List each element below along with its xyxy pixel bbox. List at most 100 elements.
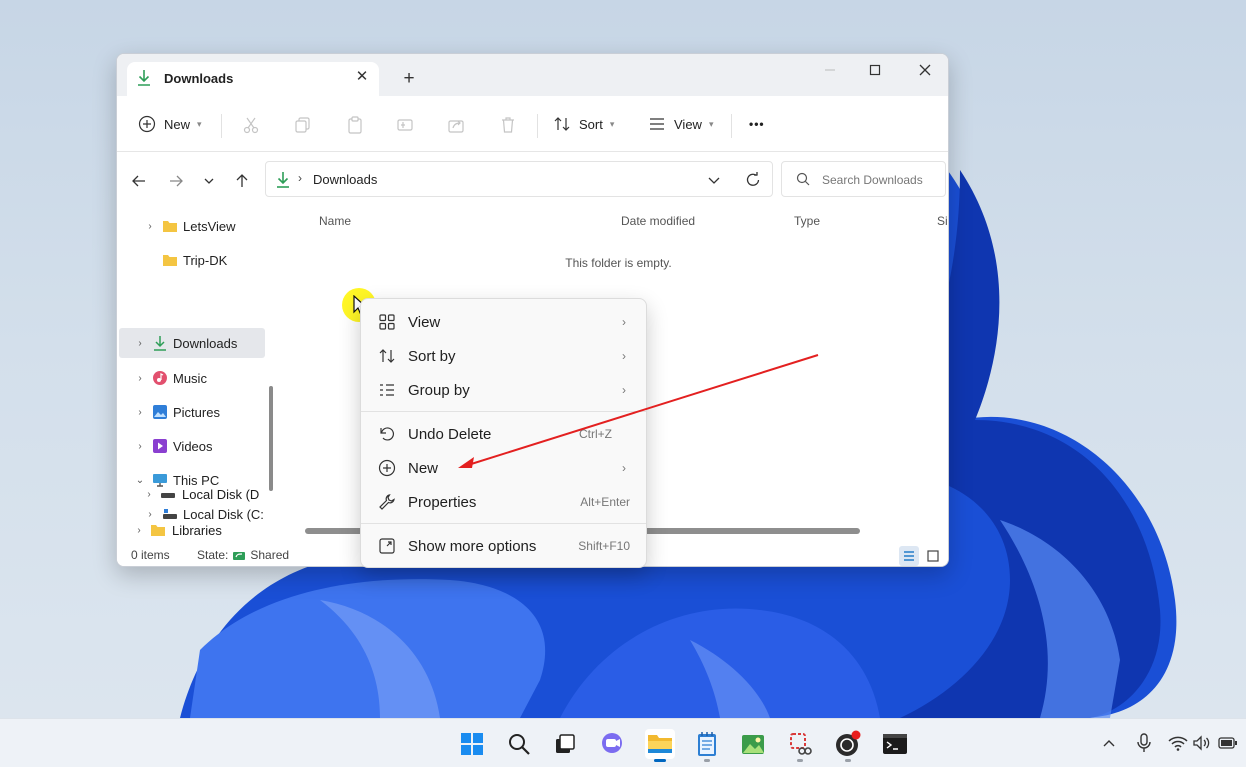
tab-downloads[interactable]: Downloads ✕	[127, 62, 379, 96]
chevron-right-icon[interactable]: ›	[129, 338, 151, 349]
context-menu-label: Show more options	[408, 537, 537, 555]
terminal-taskbar-button[interactable]	[880, 729, 910, 759]
paste-button[interactable]	[344, 114, 366, 136]
sidebar-item-label: LetsView	[183, 218, 236, 234]
state-label: State:	[197, 548, 229, 562]
context-menu-label: Undo Delete	[408, 425, 492, 443]
back-button[interactable]	[127, 169, 151, 193]
network-button[interactable]	[1168, 733, 1188, 753]
sidebar-item-local-disk-d[interactable]: › Local Disk (D	[118, 479, 264, 509]
tiles-view-button[interactable]	[923, 546, 943, 566]
context-menu-label: Group by	[408, 381, 470, 399]
context-menu-item-new[interactable]: New ›	[367, 451, 642, 485]
close-window-button[interactable]	[902, 54, 948, 86]
chevron-right-icon[interactable]: ›	[139, 221, 161, 232]
sort-icon	[552, 114, 572, 134]
sidebar-item-videos[interactable]: › Videos	[119, 431, 265, 461]
obs-icon	[836, 730, 861, 756]
expand-icon	[377, 536, 397, 556]
sidebar-item-music[interactable]: › Music	[119, 363, 265, 393]
search-icon	[796, 172, 810, 186]
breadcrumb[interactable]: Downloads	[313, 172, 377, 187]
context-menu-item-sort-by[interactable]: Sort by ›	[367, 339, 642, 373]
taskbar-search-button[interactable]	[504, 729, 534, 759]
chevron-right-icon[interactable]: ›	[129, 373, 151, 384]
show-hidden-icons-button[interactable]	[1099, 733, 1119, 753]
search-input[interactable]	[822, 170, 942, 190]
forward-button[interactable]	[164, 169, 188, 193]
rename-icon	[397, 119, 413, 131]
snipping-tool-taskbar-button[interactable]	[785, 729, 815, 762]
sidebar-item-trip-dk[interactable]: Trip-DK	[119, 245, 265, 275]
chevron-right-icon: ›	[622, 383, 626, 397]
wrench-icon	[377, 492, 397, 512]
context-menu-item-group-by[interactable]: Group by ›	[367, 373, 642, 407]
chevron-right-icon[interactable]: ›	[128, 525, 150, 536]
libraries-icon	[150, 523, 168, 537]
address-row: › Downloads	[117, 153, 948, 205]
sidebar-item-libraries[interactable]: › Libraries	[118, 515, 264, 545]
plus-circle-icon	[137, 114, 157, 134]
notepad-taskbar-button[interactable]	[692, 729, 722, 762]
running-indicator	[797, 759, 803, 762]
sort-button[interactable]: Sort ▾	[552, 110, 614, 138]
new-tab-button[interactable]: +	[397, 67, 421, 91]
sidebar-item-letsview[interactable]: › LetsView	[119, 211, 265, 241]
column-header-size[interactable]: Si	[937, 214, 948, 228]
arrow-left-icon	[132, 175, 145, 187]
delete-button[interactable]	[497, 114, 519, 136]
context-menu-item-properties[interactable]: Properties Alt+Enter	[367, 485, 642, 519]
navigation-scrollbar[interactable]	[269, 386, 273, 491]
close-tab-icon[interactable]: ✕	[352, 67, 372, 87]
new-button[interactable]: New ▾	[137, 110, 202, 138]
microphone-button[interactable]	[1134, 733, 1154, 753]
title-bar: Downloads ✕ +	[117, 54, 948, 96]
chevron-down-icon[interactable]	[706, 172, 722, 188]
context-menu-item-undo-delete[interactable]: Undo Delete Ctrl+Z	[367, 417, 642, 451]
cut-button[interactable]	[240, 114, 262, 136]
context-menu-item-view[interactable]: View ›	[367, 305, 642, 339]
battery-button[interactable]	[1218, 733, 1238, 753]
share-button[interactable]	[445, 114, 467, 136]
column-header-name[interactable]: Name	[319, 214, 351, 228]
context-menu-label: Properties	[408, 493, 477, 511]
chevron-right-icon[interactable]: ›	[129, 441, 151, 452]
chevron-right-icon: ›	[622, 315, 626, 329]
battery-icon	[1218, 737, 1237, 749]
context-menu-item-show-more-options[interactable]: Show more options Shift+F10	[367, 529, 642, 563]
minimize-button[interactable]	[807, 54, 853, 86]
disk-icon	[160, 487, 178, 501]
details-view-button[interactable]	[899, 546, 919, 566]
group-icon	[377, 380, 397, 400]
search-box[interactable]	[781, 161, 946, 197]
chevron-down-icon: ▾	[708, 118, 714, 129]
chevron-right-icon[interactable]: ›	[129, 407, 151, 418]
address-bar[interactable]: › Downloads	[265, 161, 773, 197]
maximize-button[interactable]	[852, 54, 898, 86]
sidebar-item-pictures[interactable]: › Pictures	[119, 397, 265, 427]
refresh-icon[interactable]	[744, 171, 762, 189]
copy-button[interactable]	[292, 114, 314, 136]
task-view-button[interactable]	[550, 729, 580, 759]
recent-locations-button[interactable]	[197, 169, 221, 193]
rename-button[interactable]	[394, 114, 416, 136]
view-button[interactable]: View ▾	[647, 110, 713, 138]
shared-icon	[233, 552, 246, 560]
music-icon	[151, 370, 169, 386]
obs-taskbar-button[interactable]	[833, 729, 863, 762]
file-explorer-icon	[648, 735, 672, 753]
toolbar-divider	[221, 114, 222, 138]
sidebar-item-downloads[interactable]: › Downloads	[119, 328, 265, 358]
context-menu-label: New	[408, 459, 439, 477]
volume-button[interactable]	[1192, 733, 1212, 753]
file-explorer-taskbar-button[interactable]	[645, 729, 675, 762]
photos-taskbar-button[interactable]	[738, 729, 768, 759]
column-header-type[interactable]: Type	[794, 214, 820, 228]
sidebar-item-label: Downloads	[173, 335, 238, 351]
chevron-right-icon[interactable]: ›	[138, 489, 160, 500]
chat-button[interactable]	[597, 729, 627, 759]
start-button[interactable]	[457, 729, 487, 759]
more-options-button[interactable]: •••	[749, 110, 765, 138]
column-header-date-modified[interactable]: Date modified	[621, 214, 695, 228]
up-button[interactable]	[230, 169, 254, 193]
